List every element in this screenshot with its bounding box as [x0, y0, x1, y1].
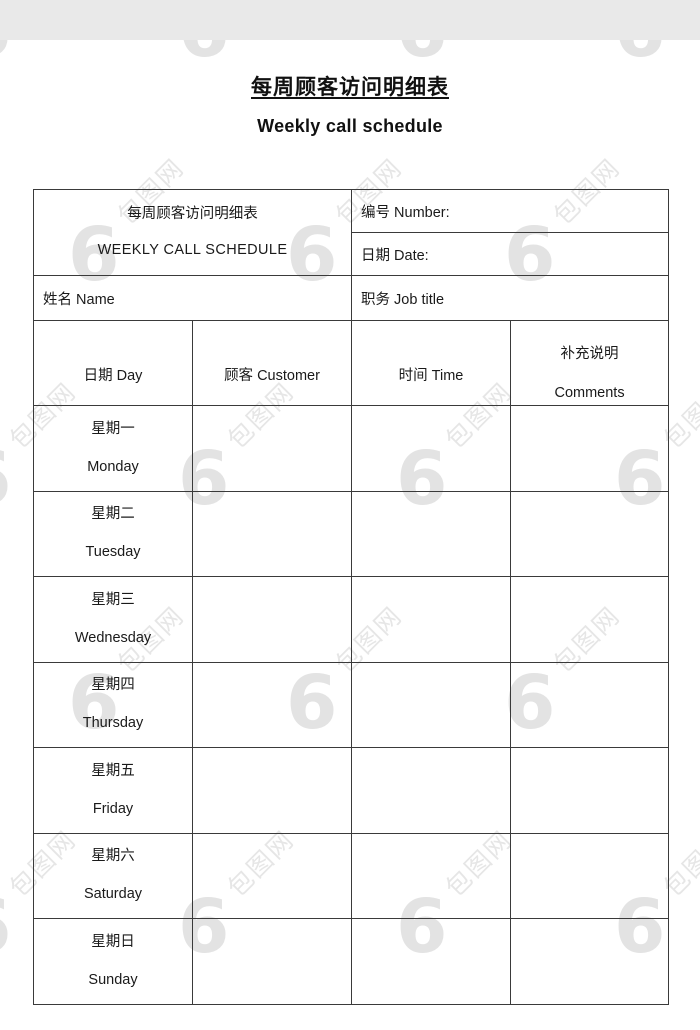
- form-header-line-cn: 每周顾客访问明细表: [127, 205, 258, 222]
- form-header-block: 每周顾客访问明细表 WEEKLY CALL SCHEDULE: [32, 189, 353, 276]
- day-label-cn: 星期二: [91, 506, 135, 523]
- day-label-en: Sunday: [88, 971, 138, 988]
- page-subtitle: Weekly call schedule: [257, 116, 443, 136]
- day-cell-saturday: 星期六 Saturday: [33, 832, 193, 919]
- day-label-cn: 星期日: [91, 933, 135, 950]
- day-label-cn: 星期三: [91, 591, 135, 608]
- day-label-en: Saturday: [83, 886, 143, 903]
- customer-cell-saturday[interactable]: [191, 832, 353, 919]
- customer-cell-monday[interactable]: [191, 405, 353, 492]
- day-cell-thursday: 星期四 Thursday: [33, 661, 193, 748]
- day-label-en: Monday: [87, 458, 139, 475]
- top-grey-band: [0, 0, 700, 40]
- day-label-en: Thursday: [82, 715, 144, 732]
- day-label-en: Wednesday: [74, 629, 152, 646]
- document-body: 每周顾客访问明细表 Weekly call schedule 每周顾客访问明细表…: [0, 40, 700, 1030]
- day-cell-friday: 星期五 Friday: [33, 747, 193, 834]
- time-cell-sunday[interactable]: [351, 918, 512, 1005]
- comments-cell-saturday[interactable]: [510, 832, 670, 919]
- table-row: 星期日 Sunday: [33, 918, 670, 1005]
- field-number[interactable]: 编号 Number:: [351, 189, 670, 233]
- comments-cell-sunday[interactable]: [510, 918, 670, 1005]
- day-cell-wednesday: 星期三 Wednesday: [33, 576, 193, 663]
- page-title: 每周顾客访问明细表: [251, 76, 449, 99]
- time-cell-tuesday[interactable]: [351, 490, 512, 577]
- table-row: 星期一 Monday: [33, 405, 670, 492]
- comments-cell-thursday[interactable]: [510, 661, 670, 748]
- table-row-name-jobtitle: 姓名 Name 职务 Job title: [32, 275, 670, 321]
- column-header-comments-en: Comments: [554, 384, 625, 401]
- time-cell-monday[interactable]: [351, 405, 512, 492]
- customer-cell-wednesday[interactable]: [191, 576, 353, 663]
- weekly-call-schedule-table: 每周顾客访问明细表 WEEKLY CALL SCHEDULE 编号 Number…: [32, 189, 670, 1005]
- document-page: 6包图网6包图网6包图网6包图网6包图网6包图网6包图网6包图网6包图网6包图网…: [0, 0, 700, 1030]
- column-header-comments-cn: 补充说明: [560, 346, 619, 363]
- column-header-customer: 顾客 Customer: [191, 320, 353, 406]
- day-label-en: Tuesday: [85, 544, 141, 561]
- day-label-cn: 星期一: [91, 420, 135, 437]
- table-row: 星期六 Saturday: [33, 832, 670, 919]
- time-cell-saturday[interactable]: [351, 832, 512, 919]
- form-header-line-en: WEEKLY CALL SCHEDULE: [97, 242, 288, 258]
- field-job-title[interactable]: 职务 Job title: [351, 275, 670, 321]
- day-label-cn: 星期四: [91, 677, 135, 694]
- comments-cell-friday[interactable]: [510, 747, 670, 834]
- comments-cell-wednesday[interactable]: [510, 576, 670, 663]
- table-row: 星期三 Wednesday: [33, 576, 670, 663]
- day-label-cn: 星期六: [91, 848, 135, 865]
- time-cell-wednesday[interactable]: [351, 576, 512, 663]
- column-header-time: 时间 Time: [351, 320, 512, 406]
- comments-cell-tuesday[interactable]: [510, 490, 670, 577]
- table-row-number: 每周顾客访问明细表 WEEKLY CALL SCHEDULE 编号 Number…: [32, 189, 670, 276]
- table-header-row: 日期 Day 顾客 Customer 时间 Time 补充说明 Comments: [33, 320, 670, 406]
- table-row: 星期四 Thursday: [33, 661, 670, 748]
- day-cell-sunday: 星期日 Sunday: [33, 918, 193, 1005]
- field-date[interactable]: 日期 Date:: [351, 232, 670, 276]
- comments-cell-monday[interactable]: [510, 405, 670, 492]
- column-header-comments: 补充说明 Comments: [510, 320, 670, 406]
- time-cell-thursday[interactable]: [351, 661, 512, 748]
- day-cell-tuesday: 星期二 Tuesday: [33, 490, 193, 577]
- day-label-cn: 星期五: [91, 762, 135, 779]
- customer-cell-friday[interactable]: [191, 747, 353, 834]
- table-row: 星期五 Friday: [33, 747, 670, 834]
- time-cell-friday[interactable]: [351, 747, 512, 834]
- day-cell-monday: 星期一 Monday: [33, 405, 193, 492]
- customer-cell-sunday[interactable]: [191, 918, 353, 1005]
- customer-cell-thursday[interactable]: [191, 661, 353, 748]
- column-header-day: 日期 Day: [33, 320, 193, 406]
- table-row: 星期二 Tuesday: [33, 490, 670, 577]
- day-label-en: Friday: [92, 800, 134, 817]
- customer-cell-tuesday[interactable]: [191, 490, 353, 577]
- field-name[interactable]: 姓名 Name: [32, 275, 353, 321]
